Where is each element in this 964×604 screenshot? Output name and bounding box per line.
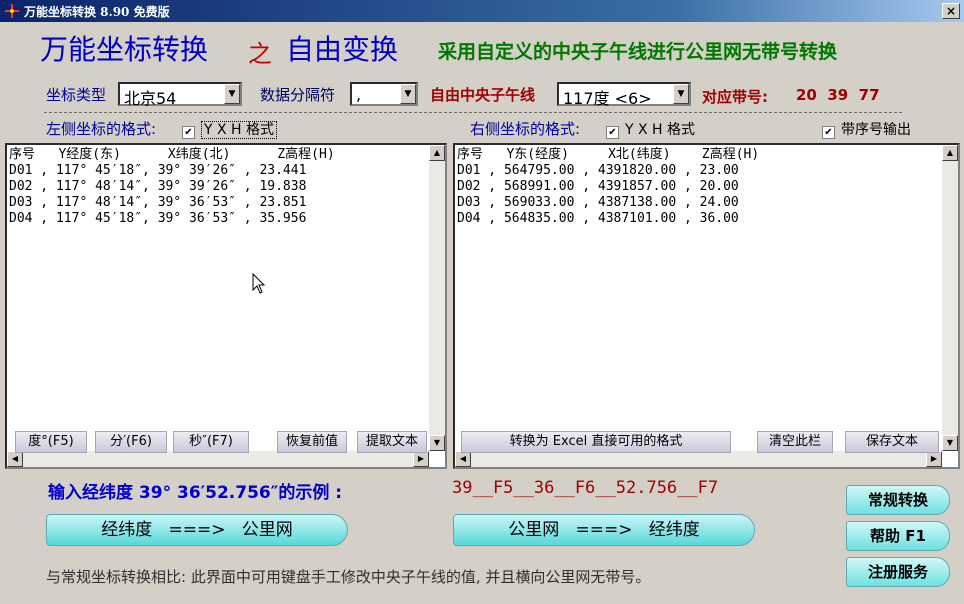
coord-type-label: 坐标类型 [46, 86, 107, 104]
up-arrow-icon[interactable]: ▲ [429, 145, 445, 161]
left-horizontal-scrollbar[interactable]: ◀ ▶ [7, 451, 429, 467]
right-format-option: Y X H 格式 [625, 122, 696, 138]
extract-text-button[interactable]: 提取文本 [357, 431, 427, 453]
right-coordinates-textarea[interactable]: 序号 Y东(经度) X北(纬度) Z高程(H) D01 , 564795.00 … [453, 143, 960, 469]
chevron-down-icon[interactable]: ▼ [673, 84, 689, 104]
coord-type-value: 北京54 [124, 89, 177, 108]
left-arrow-icon[interactable]: ◀ [7, 451, 23, 467]
degree-f5-button[interactable]: 度°(F5) [15, 431, 87, 453]
app-title: 万能坐标转换 [40, 33, 209, 66]
grid-to-latlon-button[interactable]: 公里网 ===> 经纬度 [453, 514, 755, 546]
checkmark-icon[interactable]: ✔ [182, 126, 195, 139]
right-coordinates-text[interactable]: 序号 Y东(经度) X北(纬度) Z高程(H) D01 , 564795.00 … [457, 147, 759, 227]
latlon-to-grid-button[interactable]: 经纬度 ===> 公里网 [46, 514, 348, 546]
up-arrow-icon[interactable]: ▲ [942, 145, 958, 161]
right-format-label: 右侧坐标的格式: [470, 120, 581, 138]
separator-value: , [356, 85, 362, 104]
serial-number-option: 带序号输出 [841, 122, 911, 138]
normal-convert-button[interactable]: 常规转换 [846, 485, 950, 515]
crosshair-app-icon [5, 4, 19, 18]
separator-select[interactable]: , ▼ [350, 82, 418, 106]
right-horizontal-scrollbar[interactable]: ◀ ▶ [455, 451, 942, 467]
left-format-checkbox[interactable]: ✔ Y X H 格式 [182, 119, 278, 139]
register-service-button[interactable]: 注册服务 [846, 557, 950, 587]
close-button[interactable]: × [942, 3, 960, 19]
restore-previous-button[interactable]: 恢复前值 [277, 431, 347, 453]
down-arrow-icon[interactable]: ▼ [429, 435, 445, 451]
mouse-pointer-icon [252, 273, 266, 294]
window-title: 万能坐标转换 8.90 免费版 [24, 5, 170, 19]
left-format-label: 左侧坐标的格式: [46, 120, 157, 138]
checkmark-icon[interactable]: ✔ [606, 126, 619, 139]
zone-values: 20 39 77 [796, 86, 880, 104]
divider [44, 112, 902, 113]
second-f7-button[interactable]: 秒″(F7) [173, 431, 249, 453]
left-arrow-icon[interactable]: ◀ [455, 451, 471, 467]
title-connector: 之 [248, 40, 272, 68]
right-format-checkbox[interactable]: ✔ Y X H 格式 [606, 119, 695, 139]
serial-number-checkbox[interactable]: ✔ 带序号输出 [822, 119, 911, 139]
meridian-select[interactable]: 117度 <6> ▼ [557, 82, 691, 109]
help-button[interactable]: 帮助 F1 [846, 521, 950, 551]
excel-format-button[interactable]: 转换为 Excel 直接可用的格式 [461, 431, 731, 453]
down-arrow-icon[interactable]: ▼ [942, 435, 958, 451]
minute-f6-button[interactable]: 分′(F6) [95, 431, 167, 453]
coord-type-select[interactable]: 北京54 ▼ [118, 82, 242, 108]
meridian-label: 自由中央子午线 [430, 86, 536, 104]
clear-column-button[interactable]: 清空此栏 [757, 431, 833, 453]
left-format-option: Y X H 格式 [201, 121, 278, 139]
right-vertical-scrollbar[interactable]: ▲ ▼ [942, 145, 958, 451]
example-value: 39__F5__36__F6__52.756__F7 [452, 478, 719, 498]
app-subtitle: 自由变换 [286, 33, 399, 66]
zone-label: 对应带号: [702, 88, 768, 106]
save-text-button[interactable]: 保存文本 [845, 431, 939, 453]
right-arrow-icon[interactable]: ▶ [413, 451, 429, 467]
chevron-down-icon[interactable]: ▼ [400, 84, 416, 104]
footer-note: 与常规坐标转换相比: 此界面中可用键盘手工修改中央子午线的值, 并且横向公里网无… [46, 568, 651, 586]
slogan: 采用自定义的中央子午线进行公里网无带号转换 [438, 41, 838, 63]
checkmark-icon[interactable]: ✔ [822, 126, 835, 139]
meridian-value[interactable]: 117度 <6> [563, 85, 652, 109]
left-coordinates-textarea[interactable]: 序号 Y经度(东) X纬度(北) Z高程(H) D01 , 117° 45′18… [5, 143, 447, 469]
left-coordinates-text[interactable]: 序号 Y经度(东) X纬度(北) Z高程(H) D01 , 117° 45′18… [9, 147, 335, 227]
title-bar: 万能坐标转换 8.90 免费版 × [0, 0, 964, 22]
chevron-down-icon[interactable]: ▼ [224, 84, 240, 104]
right-arrow-icon[interactable]: ▶ [926, 451, 942, 467]
left-vertical-scrollbar[interactable]: ▲ ▼ [429, 145, 445, 451]
example-label: 输入经纬度 39° 36′52.756″的示例 : [48, 483, 343, 503]
separator-label: 数据分隔符 [260, 86, 336, 104]
